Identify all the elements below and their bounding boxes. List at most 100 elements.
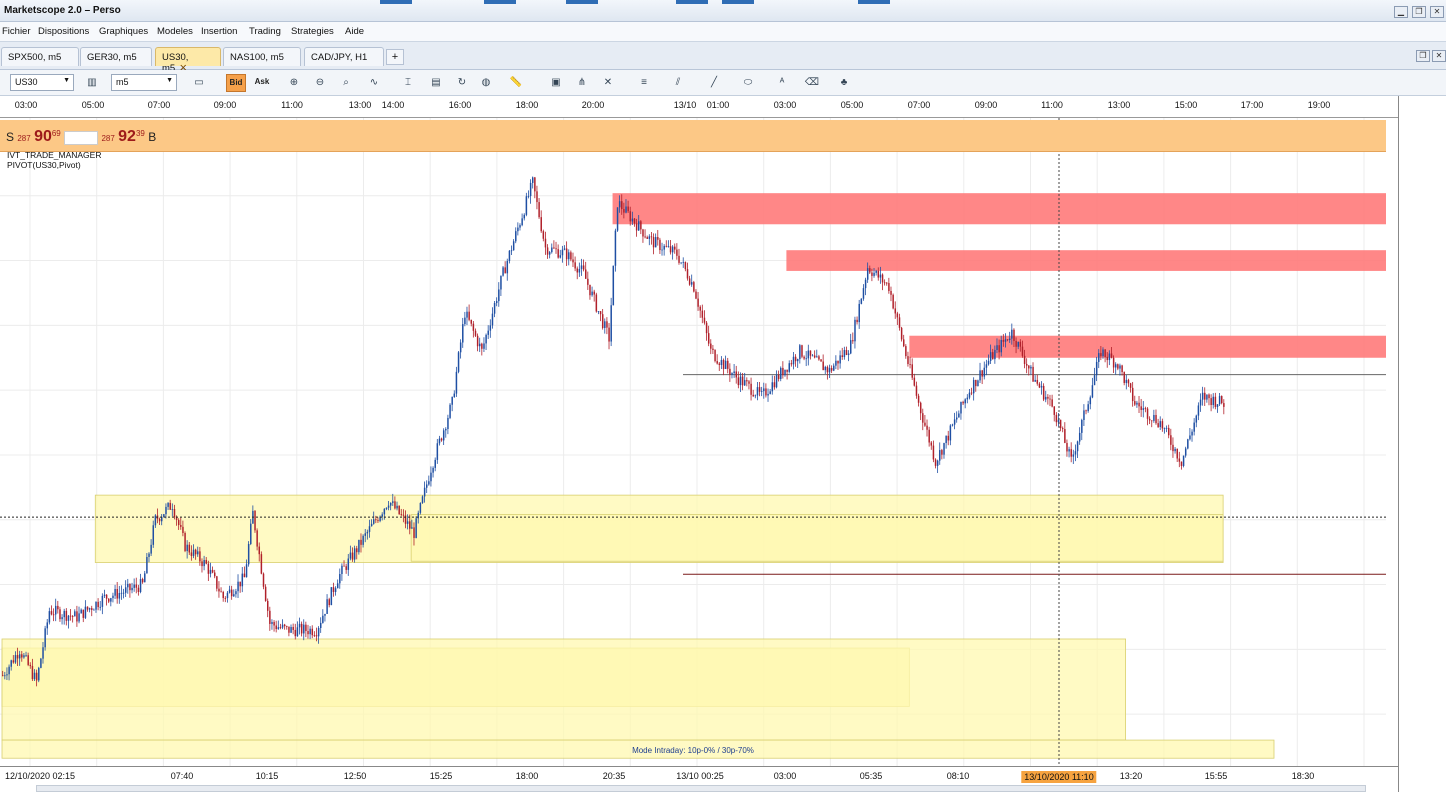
candle-body bbox=[76, 611, 78, 622]
instrument-select[interactable]: US30 ▼ bbox=[10, 74, 74, 91]
price-chart[interactable]: 29 00028 95028 90028 85028 80028 75028 7… bbox=[0, 118, 1446, 766]
candle-body bbox=[536, 191, 538, 203]
candle-body bbox=[678, 255, 680, 263]
sell-price-small: 287 bbox=[17, 134, 31, 143]
buy-price-big: 92 bbox=[118, 128, 136, 145]
restore-icon[interactable]: ❐ bbox=[1416, 50, 1430, 62]
candle-body bbox=[803, 356, 805, 359]
candle-body bbox=[1049, 398, 1051, 400]
candle-body bbox=[269, 610, 271, 624]
zoom-in-icon[interactable]: ⊕ bbox=[284, 74, 304, 92]
trendline-icon[interactable]: ╱ bbox=[704, 74, 724, 92]
candle-body bbox=[286, 626, 288, 627]
cross-tool-icon[interactable]: ✕ bbox=[598, 74, 618, 92]
candle-body bbox=[521, 218, 523, 226]
candle-body bbox=[330, 587, 333, 606]
amount-input[interactable] bbox=[64, 130, 99, 145]
mode-intraday-label: Mode Intraday: 10p-0% / 30p-70% bbox=[632, 746, 754, 755]
candle-body bbox=[659, 239, 661, 251]
ruler-icon[interactable]: 📏 bbox=[506, 74, 526, 92]
window-title: Marketscope 2.0 – Perso bbox=[4, 5, 121, 16]
tab-ger30[interactable]: GER30, m5 bbox=[80, 47, 152, 66]
candle-body bbox=[510, 250, 513, 252]
eraser-icon[interactable]: ⌫ bbox=[802, 74, 822, 92]
pitchfork-icon[interactable]: ⫽ bbox=[668, 74, 688, 92]
candle-body bbox=[568, 252, 570, 260]
bottom-tick: 05:35 bbox=[859, 771, 883, 781]
period-icon[interactable]: ▭ bbox=[189, 74, 209, 92]
candle-body bbox=[1098, 353, 1100, 362]
tab-cadjpy[interactable]: CAD/JPY, H1 bbox=[304, 47, 384, 66]
indicator-name[interactable]: IVT_TRADE_MANAGER bbox=[7, 150, 101, 160]
chart-type-icon[interactable]: ▥ bbox=[82, 74, 102, 92]
indicator-icon[interactable]: ∿ bbox=[364, 74, 384, 92]
candle-body bbox=[207, 563, 210, 574]
candle-body bbox=[250, 523, 252, 544]
add-tab-button[interactable]: + bbox=[386, 49, 404, 65]
candle-body bbox=[773, 382, 776, 388]
bid-button[interactable]: Bid bbox=[226, 74, 246, 92]
cursor-icon[interactable]: ⌶ bbox=[398, 74, 418, 92]
candle-body bbox=[1115, 364, 1117, 368]
candle-body bbox=[313, 635, 316, 637]
menu-insertion[interactable]: Insertion bbox=[201, 26, 237, 37]
resistance-zone bbox=[786, 250, 1386, 271]
menu-fichier[interactable]: Fichier bbox=[2, 26, 31, 37]
close-icon[interactable]: ✕ bbox=[1430, 6, 1444, 18]
bottom-tick: 15:25 bbox=[429, 771, 453, 781]
candle-body bbox=[790, 363, 793, 365]
globe-icon[interactable]: ◍ bbox=[476, 74, 496, 92]
close-icon[interactable]: ✕ bbox=[1432, 50, 1446, 62]
candle-body bbox=[894, 308, 897, 314]
zoom-icon[interactable]: ⌕ bbox=[336, 74, 356, 92]
timeframe-select[interactable]: m5 ▼ bbox=[111, 74, 177, 91]
tab-nas100[interactable]: NAS100, m5 bbox=[223, 47, 301, 66]
candle-body bbox=[756, 387, 759, 396]
tab-spx500[interactable]: SPX500, m5 bbox=[1, 47, 79, 66]
candle-body bbox=[782, 367, 784, 376]
refresh-icon[interactable]: ↻ bbox=[452, 74, 472, 92]
candle-body bbox=[366, 531, 369, 534]
fibonacci-icon[interactable]: ⋔ bbox=[572, 74, 592, 92]
candle-body bbox=[661, 249, 663, 251]
menu-graphiques[interactable]: Graphiques bbox=[99, 26, 148, 37]
candle-body bbox=[1134, 401, 1136, 405]
candle-body bbox=[864, 279, 867, 289]
ask-button[interactable]: Ask bbox=[252, 74, 272, 92]
tab-label: CAD/JPY, H1 bbox=[311, 52, 368, 63]
candle-body bbox=[1218, 396, 1221, 405]
properties-icon[interactable]: ▤ bbox=[426, 74, 446, 92]
menu-strategies[interactable]: Strategies bbox=[291, 26, 334, 37]
candle-body bbox=[1163, 428, 1166, 429]
menu-trading[interactable]: Trading bbox=[249, 26, 281, 37]
text-tool-icon[interactable]: ᴬ bbox=[772, 74, 792, 92]
horizontal-scrollbar[interactable] bbox=[36, 785, 1366, 792]
candle-body bbox=[621, 201, 623, 210]
lines-icon[interactable]: ≡ bbox=[634, 74, 654, 92]
zoom-out-icon[interactable]: ⊖ bbox=[310, 74, 330, 92]
candle-body bbox=[548, 252, 551, 255]
menu-aide[interactable]: Aide bbox=[345, 26, 364, 37]
candle-body bbox=[383, 508, 386, 515]
candle-body bbox=[989, 352, 992, 361]
candle-body bbox=[137, 587, 140, 592]
candle-body bbox=[826, 366, 829, 373]
maximize-icon[interactable]: ❐ bbox=[1412, 6, 1426, 18]
candle-body bbox=[10, 660, 12, 667]
candle-body bbox=[737, 377, 740, 386]
menu-modeles[interactable]: Modeles bbox=[157, 26, 193, 37]
candle-body bbox=[415, 518, 417, 538]
candle-body bbox=[512, 241, 515, 251]
tab-us30[interactable]: US30, m5 ✕ bbox=[155, 47, 221, 74]
quote-panel[interactable]: S 287 9069 287 9239 B bbox=[6, 128, 156, 146]
candle-body bbox=[1062, 428, 1064, 430]
candle-body bbox=[828, 368, 831, 373]
tree-icon[interactable]: ♣ bbox=[834, 74, 854, 92]
ellipse-icon[interactable]: ⬭ bbox=[738, 74, 758, 92]
candle-body bbox=[273, 622, 275, 626]
indicator-name[interactable]: PIVOT(US30,Pivot) bbox=[7, 160, 101, 170]
minimize-icon[interactable]: ▁ bbox=[1394, 6, 1408, 18]
candle-body bbox=[112, 595, 114, 599]
image-icon[interactable]: ▣ bbox=[546, 74, 566, 92]
menu-dispositions[interactable]: Dispositions bbox=[38, 26, 89, 37]
